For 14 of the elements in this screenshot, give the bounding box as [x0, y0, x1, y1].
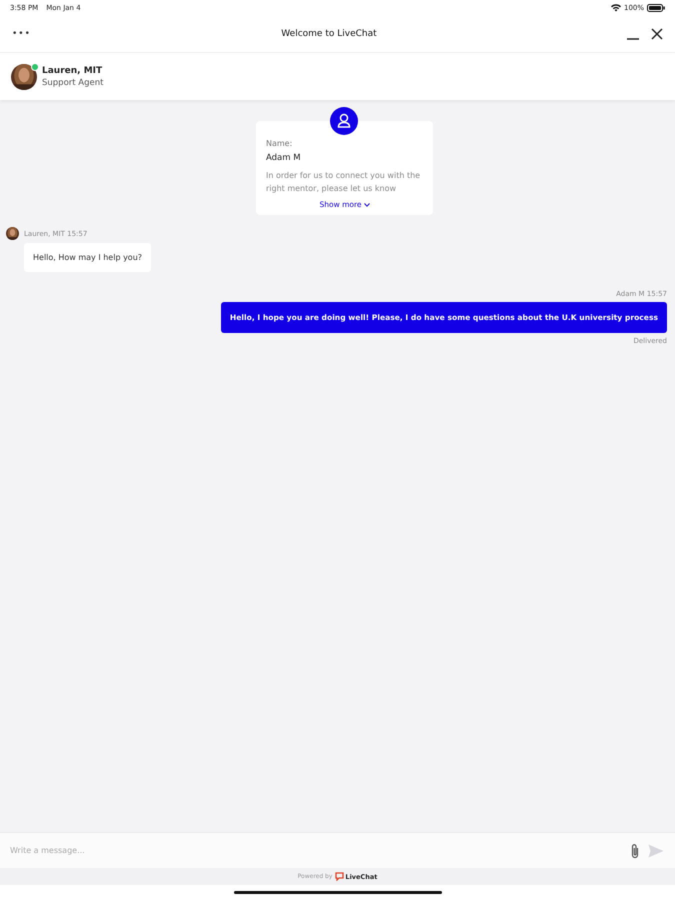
chevron-down-icon — [364, 202, 370, 206]
message-bubble: Hello, How may I help you? — [24, 243, 152, 272]
window-title: Welcome to LiveChat — [281, 29, 377, 39]
more-button[interactable]: ••• — [12, 29, 31, 39]
agent-role: Support Agent — [42, 78, 104, 88]
battery-icon — [647, 4, 665, 12]
agent-name: Lauren, MIT — [42, 66, 104, 76]
form-description: In order for us to connect you with the right mentor, please let us know — [266, 170, 422, 195]
close-icon[interactable] — [651, 28, 663, 40]
paperclip-icon[interactable] — [630, 842, 640, 858]
wifi-icon — [610, 4, 621, 12]
chat-bubble-icon — [335, 872, 344, 881]
field-value: Adam M — [266, 153, 302, 163]
field-label: Name: — [266, 139, 294, 148]
